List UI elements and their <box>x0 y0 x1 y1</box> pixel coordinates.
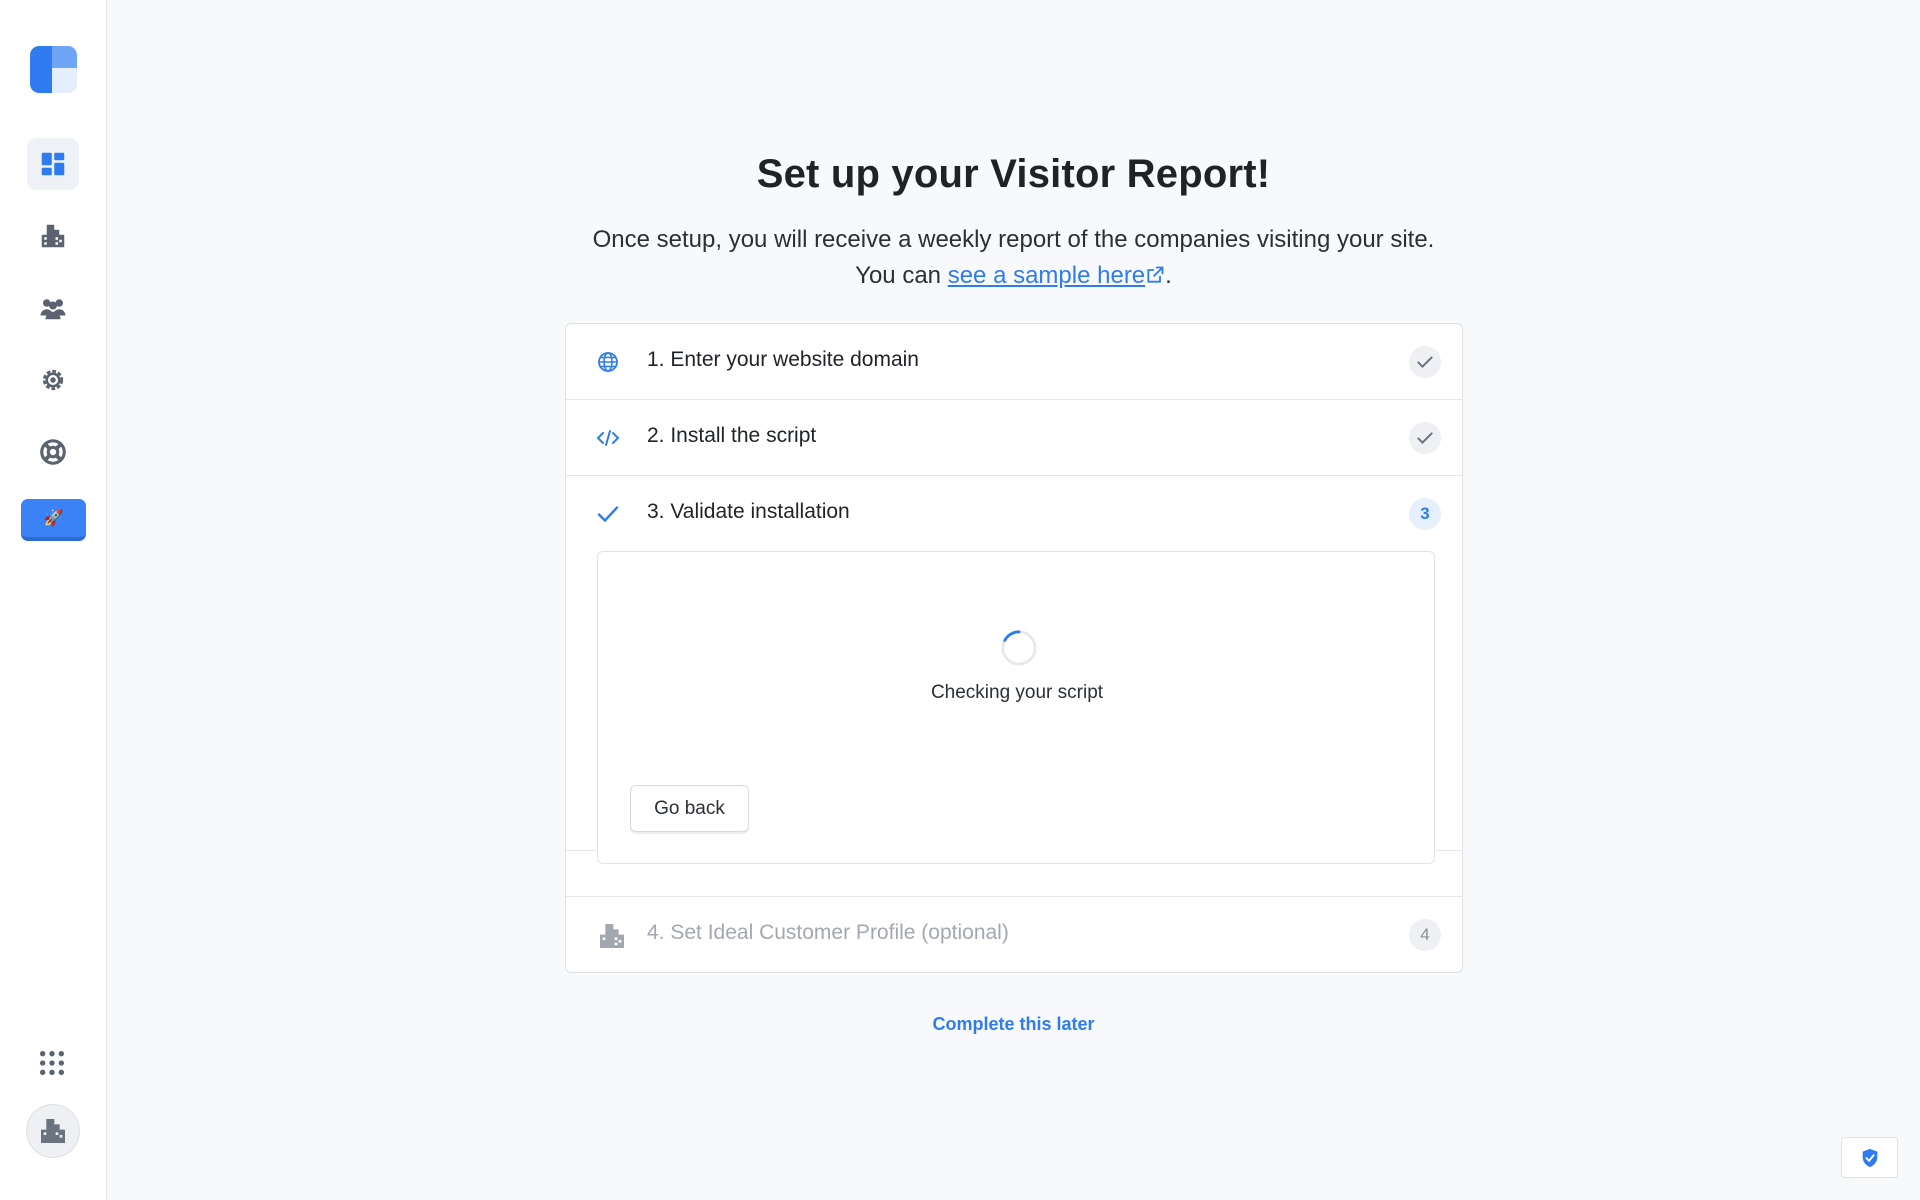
loading-spinner-icon <box>1001 630 1037 666</box>
step-label: 4. Set Ideal Customer Profile (optional) <box>647 921 1009 944</box>
step-ideal-customer-profile[interactable]: 4. Set Ideal Customer Profile (optional)… <box>566 897 1462 972</box>
go-back-button[interactable]: Go back <box>630 785 749 832</box>
page-subtitle: Once setup, you will receive a weekly re… <box>107 222 1920 294</box>
step-validate-installation[interactable]: 3. Validate installation 3 Checking your… <box>566 476 1462 864</box>
building-icon <box>41 224 65 248</box>
people-icon <box>40 299 66 320</box>
app-logo[interactable] <box>30 46 77 93</box>
building-icon <box>41 1119 65 1143</box>
sidebar-item-get-started[interactable]: 🚀 <box>21 499 86 541</box>
external-link-icon <box>1147 266 1164 283</box>
sample-report-link[interactable]: see a sample here <box>948 262 1165 289</box>
gear-icon <box>42 369 64 391</box>
sample-link-label: see a sample here <box>947 262 1146 289</box>
globe-icon <box>596 350 620 374</box>
validation-panel: Checking your script Go back <box>597 551 1435 864</box>
rocket-icon: 🚀 <box>43 510 64 527</box>
check-icon <box>1417 432 1433 444</box>
validation-status-text: Checking your script <box>930 682 1104 703</box>
subtitle-suffix: . <box>1165 262 1172 289</box>
step-complete-badge <box>1409 346 1441 378</box>
lifebuoy-icon <box>40 439 66 465</box>
security-badge-button[interactable] <box>1841 1137 1898 1178</box>
step-complete-badge <box>1409 422 1441 454</box>
complete-later-link[interactable]: Complete this later <box>107 1014 1920 1035</box>
sidebar: 🚀 <box>0 0 107 1200</box>
subtitle-line-1: Once setup, you will receive a weekly re… <box>592 226 1435 253</box>
avatar[interactable] <box>26 1104 80 1158</box>
code-icon <box>596 426 620 450</box>
step-install-script[interactable]: 2. Install the script <box>566 400 1462 476</box>
building-icon <box>596 920 628 952</box>
step-number-badge: 4 <box>1409 919 1441 951</box>
page-title: Set up your Visitor Report! <box>756 152 1271 196</box>
dashboard-icon <box>41 152 65 176</box>
step-number-badge: 3 <box>1409 498 1441 530</box>
shield-check-icon <box>1862 1148 1877 1167</box>
step-label: 1. Enter your website domain <box>647 348 919 371</box>
setup-steps-card: 1. Enter your website domain 2. Install … <box>565 323 1463 973</box>
sidebar-item-companies[interactable] <box>27 210 79 262</box>
step-label: 2. Install the script <box>647 424 817 447</box>
sidebar-item-dashboard[interactable] <box>27 138 79 190</box>
check-icon <box>596 502 620 526</box>
step-domain[interactable]: 1. Enter your website domain <box>566 324 1462 400</box>
sidebar-item-help[interactable] <box>27 426 79 478</box>
divider <box>566 896 1462 897</box>
sidebar-item-settings[interactable] <box>27 354 79 406</box>
step-label: 3. Validate installation <box>647 500 850 523</box>
check-icon <box>1417 356 1433 368</box>
apps-grid-icon[interactable] <box>38 1049 66 1077</box>
subtitle-prefix: You can <box>855 262 942 289</box>
subtitle-line-2: You can see a sample here. <box>107 258 1920 294</box>
sidebar-item-contacts[interactable] <box>27 282 79 334</box>
